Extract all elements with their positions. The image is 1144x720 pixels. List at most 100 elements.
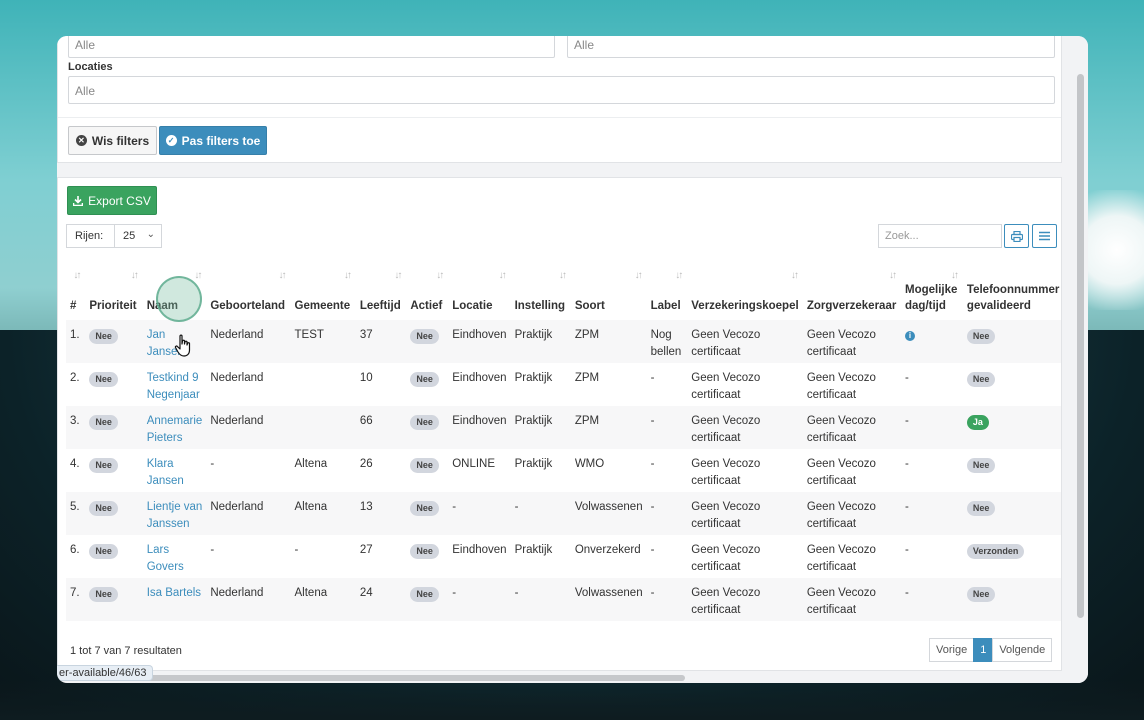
cell-prioriteit: Nee <box>85 492 143 535</box>
cell-prioriteit: Nee <box>85 535 142 578</box>
instelling-value: Praktijk <box>514 544 553 556</box>
sort-icon: ↓↑ <box>498 270 507 281</box>
close-circle-icon: ✕ <box>75 135 87 146</box>
vertical-scrollbar[interactable] <box>1074 36 1088 683</box>
col-header-soort[interactable]: ↓↑ Soort <box>571 262 647 320</box>
col-header-dagtijd[interactable]: ↓↑ Mogelijke dag/tijd <box>901 262 963 320</box>
columns-button[interactable] <box>1032 224 1057 248</box>
nr-value: 1. <box>70 329 80 341</box>
horizontal-scrollbar[interactable] <box>57 673 1074 683</box>
cell-actief: Nee <box>406 578 449 621</box>
cell-zorgverzekeraar: Geen Vecozo certificaat <box>803 363 901 406</box>
sort-icon: ↓↑ <box>634 270 643 281</box>
cell-prioriteit: Nee <box>85 578 143 621</box>
cell-locatie: Eindhoven <box>448 363 510 406</box>
cell-koepel: Geen Vecozo certificaat <box>687 578 803 621</box>
col-header-label[interactable]: ↓↑ Label <box>647 262 688 320</box>
col-header-verzekeringskoepel[interactable]: ↓↑ Verzekeringskoepel <box>687 262 803 320</box>
cell-zorgverzekeraar: Geen Vecozo certificaat <box>803 535 901 578</box>
cell-naam[interactable]: Annemarie Pieters <box>142 406 207 449</box>
col-header-prioriteit[interactable]: ↓↑ Prioriteit <box>85 262 142 320</box>
cell-koepel: Geen Vecozo certificaat <box>687 406 803 449</box>
geboorteland-value: Nederland <box>210 415 264 427</box>
sort-icon: ↓↑ <box>675 270 683 281</box>
cell-naam[interactable]: Lars Govers <box>143 535 207 578</box>
export-csv-button[interactable]: Export CSV <box>67 186 157 215</box>
table-row: 2. Nee Testkind 9 Negenjaar Nederland 10 Nee E… <box>66 363 1061 406</box>
patient-name-link[interactable]: Annemarie Pieters <box>147 415 203 444</box>
clear-filters-button[interactable]: ✕ Wis filters <box>68 126 157 155</box>
col-header-leeftijd[interactable]: ↓↑ Leeftijd <box>356 262 407 320</box>
pagination-page-1[interactable]: 1 <box>973 638 994 662</box>
patient-name-link[interactable]: Lars Govers <box>147 544 184 573</box>
leeftijd-value: 37 <box>359 329 373 341</box>
rows-label: Rijen: <box>66 224 114 248</box>
cell-leeftijd: 13 <box>355 492 407 535</box>
pagination-prev[interactable]: Vorige <box>929 638 975 662</box>
cell-soort: ZPM <box>570 320 647 363</box>
dagtijd-value: - <box>905 544 909 556</box>
cell-nr: 3. <box>66 406 86 449</box>
table-row: 5. Nee Lientje van Janssen Nederland Altena 1… <box>66 492 1061 535</box>
col-header-nr[interactable]: ↓↑ # <box>66 262 85 320</box>
locaties-select-value: Alle <box>75 84 96 98</box>
col-header-zorgverzekeraar[interactable]: ↓↑ Zorgverzekeraar <box>803 262 901 320</box>
filter-select-1-value: Alle <box>75 38 96 52</box>
cell-naam[interactable]: Jan Jansen <box>142 320 207 363</box>
background-shadow <box>0 680 1144 720</box>
cell-leeftijd: 37 <box>355 320 407 363</box>
browser-window: Alle Alle Locaties Alle ✕ Wis filters ✓ … <box>57 36 1088 683</box>
cell-naam[interactable]: Klara Jansen <box>143 449 207 492</box>
cell-soort: WMO <box>571 449 647 492</box>
cell-leeftijd: 10 <box>356 363 407 406</box>
patient-name-link[interactable]: Lientje van Janssen <box>147 501 203 530</box>
col-header-instelling[interactable]: ↓↑ Instelling <box>511 262 571 320</box>
col-header-gemeente[interactable]: ↓↑ Gemeente <box>291 262 356 320</box>
cell-naam[interactable]: Testkind 9 Negenjaar <box>143 363 207 406</box>
col-header-telefoon[interactable]: Telefoonnummer gevalideerd <box>963 262 1061 320</box>
apply-filters-button[interactable]: ✓ Pas filters toe <box>159 126 267 155</box>
patient-name-link[interactable]: Isa Bartels <box>147 587 201 599</box>
patient-name-link[interactable]: Testkind 9 Negenjaar <box>147 372 200 401</box>
filter-select-2[interactable]: Alle <box>567 36 1055 58</box>
soort-value: ZPM <box>574 415 600 427</box>
cell-geboorteland: Nederland <box>206 363 290 406</box>
cell-naam[interactable]: Lientje van Janssen <box>142 492 207 535</box>
table-row: 3. Nee Annemarie Pieters Nederland 66 Nee Eind… <box>66 406 1061 449</box>
cell-naam[interactable]: Isa Bartels <box>142 578 207 621</box>
locaties-label: Locaties <box>68 61 113 73</box>
nr-value: 2. <box>70 372 80 384</box>
col-header-actief[interactable]: ↓↑ Actief <box>406 262 448 320</box>
cell-instelling: Praktijk <box>510 406 571 449</box>
cell-geboorteland: Nederland <box>206 578 291 621</box>
gemeente-value: Altena <box>294 458 328 470</box>
cell-actief: Nee <box>406 492 449 535</box>
horizontal-scrollbar-thumb[interactable] <box>63 675 685 681</box>
rows-per-page-select[interactable]: 25 ⌄ <box>114 224 162 248</box>
col-header-naam[interactable]: ↓↑ Naam <box>143 262 207 320</box>
info-icon[interactable]: i <box>905 330 915 341</box>
locaties-select[interactable]: Alle <box>68 76 1055 104</box>
cell-dagtijd: - <box>901 449 963 492</box>
col-header-locatie[interactable]: ↓↑ Locatie <box>448 262 510 320</box>
actief-badge: Nee <box>410 587 439 602</box>
vertical-scrollbar-thumb[interactable] <box>1077 74 1084 618</box>
patient-name-link[interactable]: Jan Jansen <box>147 329 184 358</box>
geboorteland-value: - <box>210 458 215 470</box>
sort-icon: ↓↑ <box>130 270 139 281</box>
col-header-geboorteland[interactable]: ↓↑ Geboorteland <box>206 262 290 320</box>
cell-dagtijd: - <box>901 406 963 449</box>
koepel-value: Geen Vecozo certificaat <box>691 587 761 616</box>
filter-select-1[interactable]: Alle <box>68 36 555 58</box>
cell-zorgverzekeraar: Geen Vecozo certificaat <box>803 449 901 492</box>
cell-geboorteland: - <box>206 535 290 578</box>
label-value: Nog bellen <box>650 329 682 358</box>
check-circle-icon: ✓ <box>165 135 177 146</box>
pagination-next[interactable]: Volgende <box>992 638 1053 662</box>
search-input[interactable]: Zoek... <box>878 224 1002 248</box>
list-icon <box>1039 231 1050 241</box>
print-button[interactable] <box>1004 224 1029 248</box>
patient-name-link[interactable]: Klara Jansen <box>147 458 184 487</box>
table-row: 7. Nee Isa Bartels Nederland Altena 24 Nee - - Vo… <box>66 578 1061 621</box>
results-info: 1 tot 7 van 7 resultaten <box>70 645 182 657</box>
